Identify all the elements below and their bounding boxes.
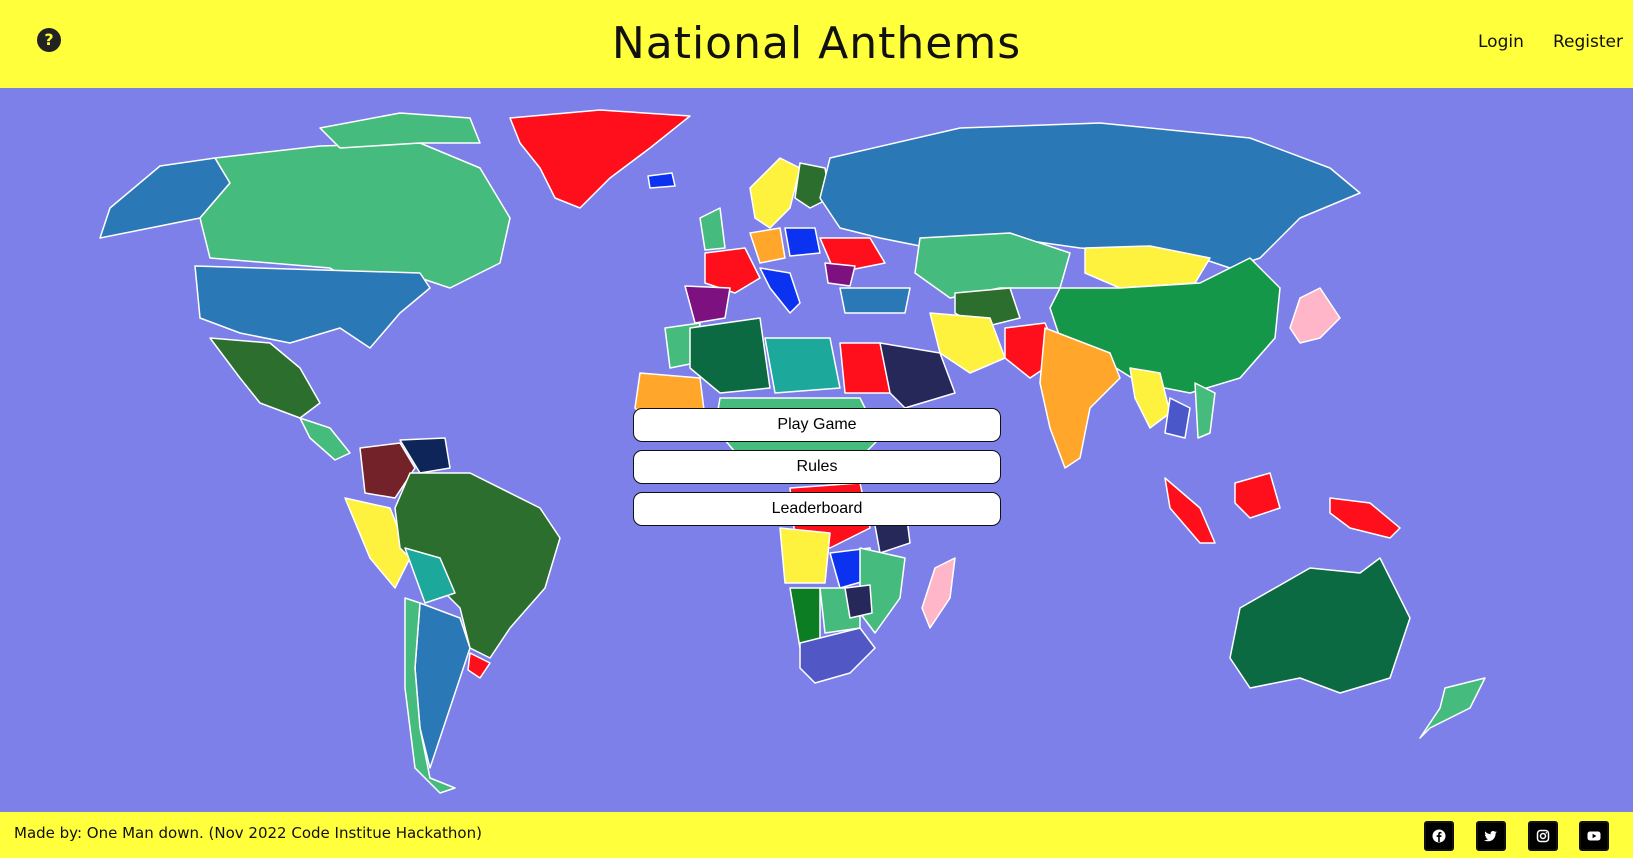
- country-france: [704, 247, 761, 294]
- country-new-zealand: [1419, 677, 1486, 739]
- country-russia: [819, 122, 1361, 269]
- country-spain: [684, 285, 731, 324]
- leaderboard-button[interactable]: Leaderboard: [633, 492, 1001, 526]
- country-papua: [1329, 497, 1401, 539]
- country-turkey: [839, 287, 911, 314]
- country-italy: [759, 267, 801, 314]
- country-japan: [1289, 287, 1341, 344]
- country-central-america: [299, 417, 351, 461]
- twitter-icon[interactable]: [1476, 821, 1506, 851]
- country-greenland: [509, 109, 691, 209]
- instagram-icon[interactable]: [1528, 821, 1558, 851]
- country-thailand: [1164, 397, 1191, 439]
- country-scandinavia: [749, 157, 801, 229]
- country-romania: [824, 262, 856, 287]
- header: ? National Anthems Login Register: [0, 0, 1633, 88]
- rules-button[interactable]: Rules: [633, 450, 1001, 484]
- country-iceland: [647, 172, 676, 189]
- register-link[interactable]: Register: [1553, 32, 1623, 52]
- country-mexico: [209, 337, 321, 419]
- country-indonesia-borneo: [1234, 472, 1281, 519]
- country-zimbabwe: [844, 584, 873, 619]
- country-madagascar: [921, 557, 956, 629]
- country-angola: [779, 527, 831, 584]
- youtube-icon[interactable]: [1579, 821, 1609, 851]
- country-vietnam: [1194, 382, 1216, 439]
- country-uk: [699, 207, 726, 251]
- credit-text: Made by: One Man down. (Nov 2022 Code In…: [14, 824, 482, 842]
- play-game-button[interactable]: Play Game: [633, 408, 1001, 442]
- country-arctic-canada: [319, 112, 481, 149]
- country-poland: [784, 227, 821, 257]
- country-indonesia-sumatra: [1164, 477, 1216, 544]
- country-algeria: [689, 317, 771, 394]
- footer: Made by: One Man down. (Nov 2022 Code In…: [0, 812, 1633, 858]
- main-menu: Play Game Rules Leaderboard: [633, 408, 1001, 534]
- page-title: National Anthems: [611, 18, 1022, 69]
- country-usa: [194, 265, 431, 349]
- country-australia: [1229, 557, 1411, 694]
- login-link[interactable]: Login: [1478, 32, 1524, 52]
- facebook-icon[interactable]: [1424, 821, 1454, 851]
- country-libya: [764, 337, 841, 394]
- country-germany: [749, 227, 786, 264]
